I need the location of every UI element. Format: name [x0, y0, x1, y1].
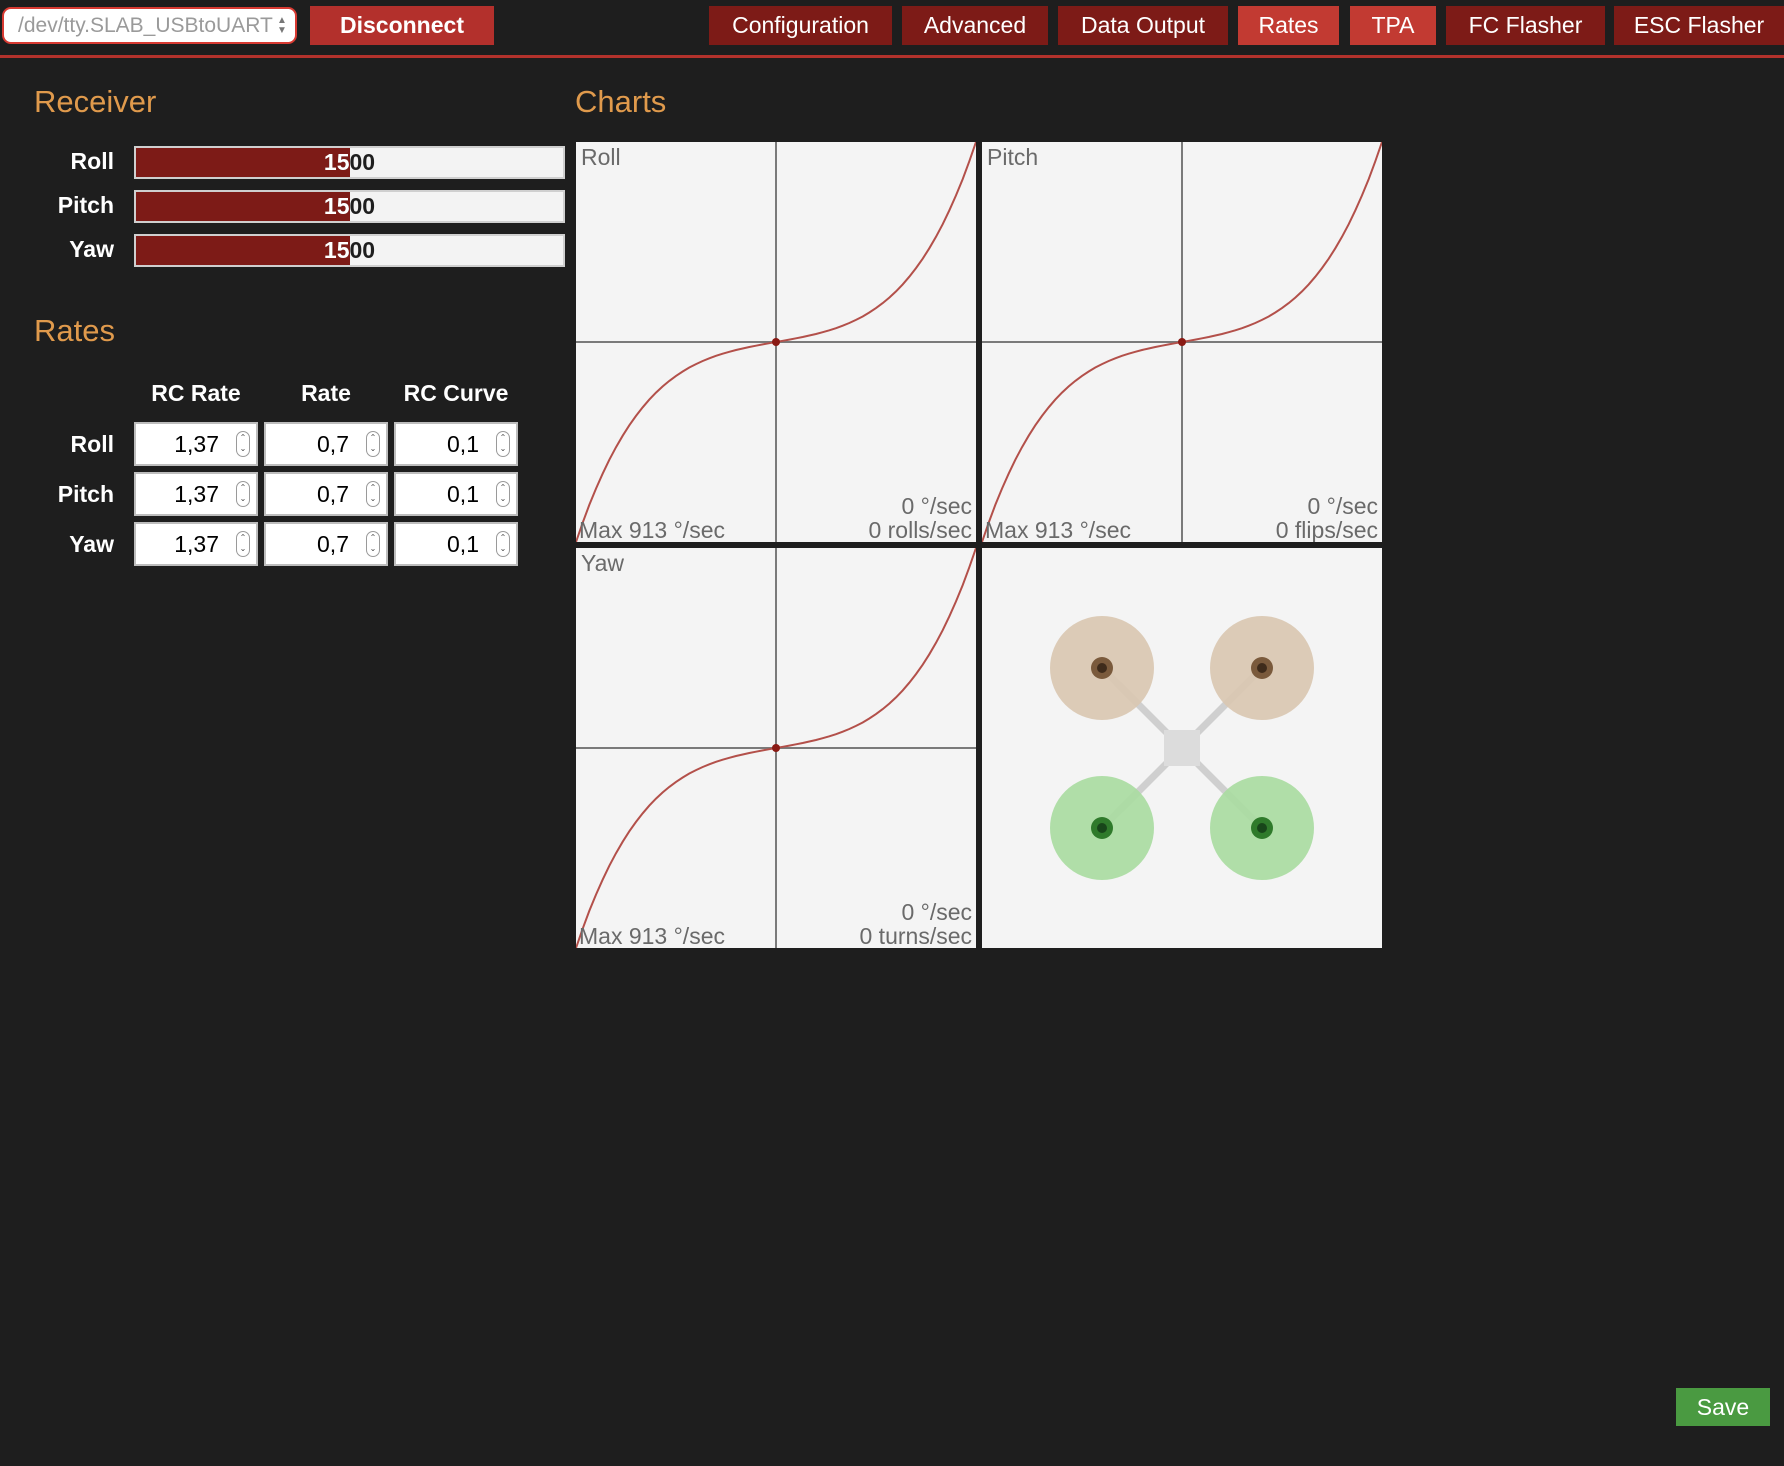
port-select-value: /dev/tty.SLAB_USBtoUART — [18, 14, 273, 37]
receiver-heading: Receiver — [34, 84, 157, 119]
yaw-rc-curve-value: 0,1 — [447, 531, 479, 557]
pitch-rc-rate-input[interactable]: 1,37 ⌃ ⌄ — [134, 472, 258, 516]
chart-pitch: Pitch Max 913 °/sec 0 °/sec 0 flips/sec — [982, 142, 1382, 542]
roll-rate-input[interactable]: 0,7 ⌃ ⌄ — [264, 422, 388, 466]
receiver-value-overlay: 1500 — [136, 236, 350, 265]
stick-position-dot — [772, 744, 780, 752]
pitch-rc-curve-value: 0,1 — [447, 481, 479, 507]
rate-curve-chart — [576, 142, 976, 542]
disconnect-button[interactable]: Disconnect — [310, 6, 494, 45]
yaw-rate-input[interactable]: 0,7 ⌃ ⌄ — [264, 522, 388, 566]
tab-advanced[interactable]: Advanced — [902, 6, 1048, 45]
chart-rotations: 0 turns/sec — [859, 923, 973, 948]
chart-rotations: 0 rolls/sec — [868, 517, 972, 542]
tab-esc-flasher[interactable]: ESC Flasher — [1614, 6, 1784, 45]
receiver-bar-yaw: 1500 1500 — [134, 234, 565, 267]
column-header-rc-curve: RC Curve — [403, 380, 509, 406]
stepper-icon[interactable]: ⌃ ⌄ — [236, 531, 250, 557]
yaw-rc-rate-value: 1,37 — [174, 531, 219, 557]
tab-configuration[interactable]: Configuration — [709, 6, 892, 45]
chart-title: Roll — [581, 144, 621, 170]
column-header-rc-rate: RC Rate — [151, 380, 241, 406]
chart-title: Yaw — [581, 550, 625, 576]
pitch-rc-curve-input[interactable]: 0,1 ⌃ ⌄ — [394, 472, 518, 516]
stick-position-dot — [772, 338, 780, 346]
stepper-icon[interactable]: ⌃ ⌄ — [236, 481, 250, 507]
rates-row-label-pitch: Pitch — [57, 481, 114, 507]
chart-title: Pitch — [987, 144, 1039, 170]
rates-row-label-yaw: Yaw — [69, 531, 114, 557]
quadcopter-icon — [1050, 616, 1314, 880]
stick-position-dot — [1178, 338, 1186, 346]
receiver-value-roll-overlay: 1500 — [323, 149, 350, 175]
chart-roll: Roll Max 913 °/sec 0 °/sec 0 rolls/sec — [576, 142, 976, 542]
receiver-value-overlay: 1500 — [136, 148, 350, 177]
pitch-rate-value: 0,7 — [317, 481, 349, 507]
stepper-icon[interactable]: ⌃ ⌄ — [496, 431, 510, 457]
tab-fc-flasher[interactable]: FC Flasher — [1446, 6, 1605, 45]
chevron-updown-icon: ▲ ▼ — [275, 9, 289, 42]
yaw-rc-curve-input[interactable]: 0,1 ⌃ ⌄ — [394, 522, 518, 566]
quad-body — [1164, 730, 1200, 766]
topbar-divider — [0, 55, 1784, 58]
receiver-bar-pitch: 1500 1500 — [134, 190, 565, 223]
receiver-value-overlay: 1500 — [136, 192, 350, 221]
stepper-icon[interactable]: ⌃ ⌄ — [496, 531, 510, 557]
quad-preview — [982, 548, 1382, 948]
receiver-value-yaw-overlay: 1500 — [323, 237, 350, 263]
port-select[interactable]: /dev/tty.SLAB_USBtoUART ▲ ▼ — [2, 7, 297, 44]
chart-current-rate: 0 °/sec — [901, 493, 972, 519]
pitch-rc-rate-value: 1,37 — [174, 481, 219, 507]
roll-rc-rate-input[interactable]: 1,37 ⌃ ⌄ — [134, 422, 258, 466]
yaw-rate-value: 0,7 — [317, 531, 349, 557]
chart-max-rate: Max 913 °/sec — [579, 517, 725, 542]
roll-rc-rate-value: 1,37 — [174, 431, 219, 457]
stepper-icon[interactable]: ⌃ ⌄ — [236, 431, 250, 457]
roll-rc-curve-input[interactable]: 0,1 ⌃ ⌄ — [394, 422, 518, 466]
stepper-icon[interactable]: ⌃ ⌄ — [366, 531, 380, 557]
chart-current-rate: 0 °/sec — [901, 899, 972, 925]
chart-yaw: Yaw Max 913 °/sec 0 °/sec 0 turns/sec — [576, 548, 976, 948]
rates-heading: Rates — [34, 313, 115, 348]
tab-data-output[interactable]: Data Output — [1058, 6, 1228, 45]
pitch-rate-input[interactable]: 0,7 ⌃ ⌄ — [264, 472, 388, 516]
tab-rates[interactable]: Rates — [1238, 6, 1339, 45]
chart-max-rate: Max 913 °/sec — [985, 517, 1131, 542]
receiver-label-pitch: Pitch — [57, 192, 114, 218]
receiver-label-roll: Roll — [70, 148, 114, 174]
yaw-rc-rate-input[interactable]: 1,37 ⌃ ⌄ — [134, 522, 258, 566]
chart-rotations: 0 flips/sec — [1275, 517, 1378, 542]
chart-max-rate: Max 913 °/sec — [579, 923, 725, 948]
charts-heading: Charts — [575, 84, 667, 119]
receiver-value-pitch-overlay: 1500 — [323, 193, 350, 219]
stepper-icon[interactable]: ⌃ ⌄ — [366, 431, 380, 457]
top-bar: /dev/tty.SLAB_USBtoUART ▲ ▼ Disconnect Co… — [0, 0, 1784, 55]
roll-rate-value: 0,7 — [317, 431, 349, 457]
stepper-icon[interactable]: ⌃ ⌄ — [366, 481, 380, 507]
save-button[interactable]: Save — [1676, 1388, 1770, 1426]
receiver-label-yaw: Yaw — [69, 236, 114, 262]
stepper-icon[interactable]: ⌃ ⌄ — [496, 481, 510, 507]
receiver-bar-roll: 1500 1500 — [134, 146, 565, 179]
rate-curve-chart — [982, 142, 1382, 542]
tab-tpa[interactable]: TPA — [1350, 6, 1436, 45]
roll-rc-curve-value: 0,1 — [447, 431, 479, 457]
chart-current-rate: 0 °/sec — [1307, 493, 1378, 519]
rate-curve-chart — [576, 548, 976, 948]
column-header-rate: Rate — [301, 380, 351, 406]
rates-row-label-roll: Roll — [70, 431, 114, 457]
